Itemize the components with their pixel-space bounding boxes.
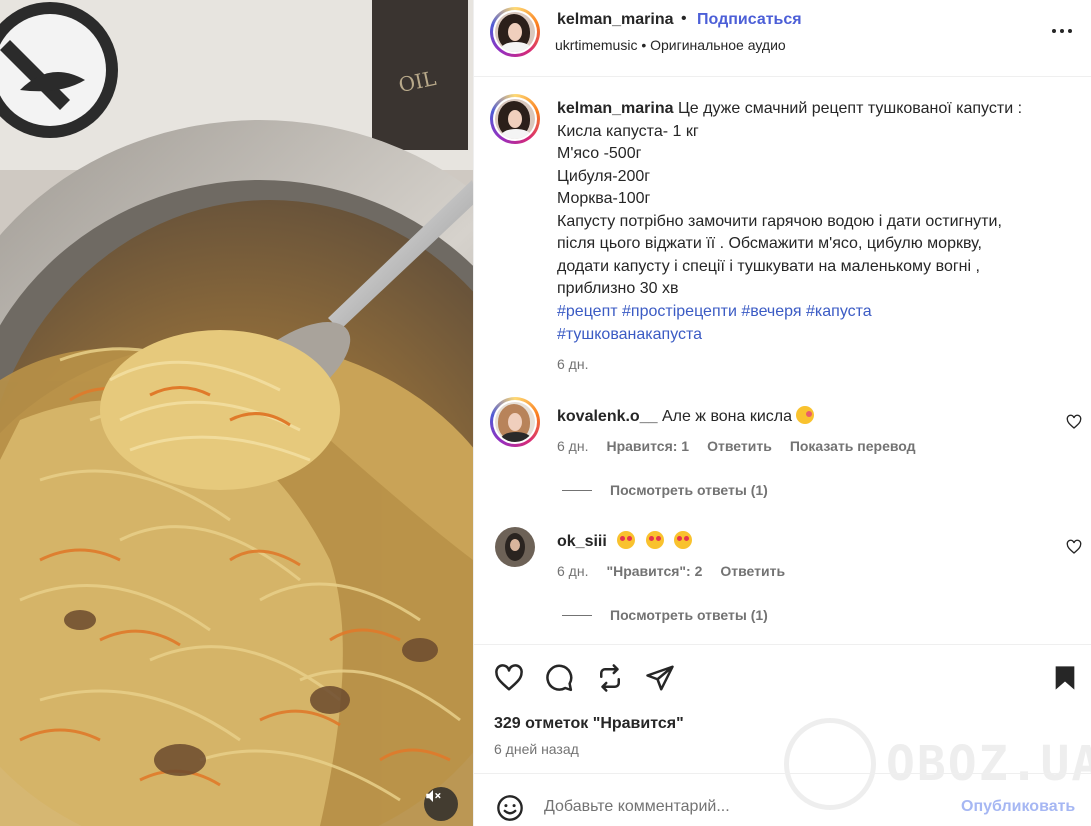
- caption-username[interactable]: kelman_marina: [557, 100, 674, 117]
- comment-meta: 6 дн. "Нравится": 2 Ответить: [557, 563, 785, 579]
- kissing-face-emoji: [796, 406, 815, 424]
- comment-likes-count[interactable]: "Нравится": 2: [606, 563, 702, 579]
- post-header: kelman_marina • Подписаться ukrtimemusic…: [474, 0, 1091, 77]
- post-details-panel: kelman_marina • Подписаться ukrtimemusic…: [473, 0, 1091, 826]
- add-comment-bar: Опубликовать: [474, 773, 1091, 826]
- author-username[interactable]: kelman_marina: [557, 11, 674, 29]
- comment-username[interactable]: kovalenk.o__: [557, 408, 658, 425]
- reply-button[interactable]: Ответить: [707, 438, 772, 454]
- caption-avatar[interactable]: [490, 94, 540, 144]
- comment-heart-icon[interactable]: [1066, 414, 1082, 430]
- bookmark-icon[interactable]: [1051, 663, 1079, 693]
- caption-timestamp[interactable]: 6 дн.: [557, 356, 588, 372]
- comment-likes-count[interactable]: Нравится: 1: [606, 438, 689, 454]
- audio-info[interactable]: ukrtimemusic • Оригинальное аудио: [555, 37, 786, 53]
- publish-button[interactable]: Опубликовать: [961, 798, 1075, 816]
- caption-line: Капусту потрібно замочити гарячою водою …: [557, 212, 1002, 230]
- post-video[interactable]: OIL: [0, 0, 473, 826]
- heart-eyes-emoji: [674, 531, 693, 549]
- hashtag-link[interactable]: #вечеря: [741, 303, 801, 320]
- post-caption: kelman_marina Це дуже смачний рецепт туш…: [557, 98, 1077, 301]
- hashtag-link[interactable]: #простірецепти: [622, 303, 737, 320]
- caption-line: приблизно 30 хв: [557, 280, 679, 297]
- hashtag-link[interactable]: #капуста: [806, 303, 872, 320]
- more-options-icon[interactable]: [1052, 29, 1078, 37]
- show-translation-button[interactable]: Показать перевод: [790, 438, 916, 454]
- caption-line: Кисла капуста- 1 кг: [557, 122, 699, 140]
- view-replies-button[interactable]: Посмотреть ответы (1): [562, 607, 768, 623]
- separator-dot: •: [681, 10, 687, 27]
- heart-icon[interactable]: [494, 663, 524, 693]
- comment-heart-icon[interactable]: [1066, 539, 1082, 555]
- comment-avatar[interactable]: [495, 527, 535, 567]
- caption-line: М'ясо -500г: [557, 145, 642, 162]
- post-timestamp[interactable]: 6 дней назад: [494, 741, 579, 757]
- share-icon[interactable]: [645, 663, 675, 693]
- reply-button[interactable]: Ответить: [720, 563, 785, 579]
- view-replies-label: Посмотреть ответы (1): [610, 607, 768, 623]
- caption-line: Це дуже смачний рецепт тушкованої капуст…: [677, 100, 1023, 117]
- comment-body: ok_siii: [557, 531, 698, 551]
- follow-button[interactable]: Подписаться: [697, 11, 802, 29]
- comment-timestamp[interactable]: 6 дн.: [557, 563, 588, 579]
- comment-icon[interactable]: [544, 663, 574, 693]
- comment-avatar[interactable]: [490, 397, 540, 447]
- emoji-icon[interactable]: [496, 794, 524, 822]
- view-replies-button[interactable]: Посмотреть ответы (1): [562, 482, 768, 498]
- heart-eyes-emoji: [617, 531, 636, 549]
- author-avatar[interactable]: [490, 7, 540, 57]
- hashtag-list: #рецепт #простірецепти #вечеря #капуста …: [557, 300, 1077, 346]
- comment-body: kovalenk.o__ Але ж вона кисла: [557, 406, 820, 426]
- view-replies-label: Посмотреть ответы (1): [610, 482, 768, 498]
- heart-eyes-emoji: [645, 531, 664, 549]
- mute-icon: [426, 790, 441, 802]
- comment-username[interactable]: ok_siii: [557, 533, 607, 550]
- hashtag-link[interactable]: #рецепт: [557, 303, 618, 320]
- comment-input[interactable]: [544, 798, 934, 816]
- hashtag-link[interactable]: #тушкованакапуста: [557, 326, 702, 343]
- caption-line: після цього віджати її . Обсмажити м'ясо…: [557, 235, 982, 252]
- likes-count[interactable]: 329 отметок "Нравится": [494, 715, 684, 733]
- repost-icon[interactable]: [595, 663, 625, 693]
- comment-meta: 6 дн. Нравится: 1 Ответить Показать пере…: [557, 438, 916, 454]
- video-frame-illustration: OIL: [0, 0, 473, 826]
- caption-line: Морква-100г: [557, 190, 651, 207]
- comment-timestamp[interactable]: 6 дн.: [557, 438, 588, 454]
- caption-line: додати капусту і спеції і тушкувати на м…: [557, 257, 980, 275]
- mute-button[interactable]: [424, 787, 458, 821]
- comment-text: Але ж вона кисла: [661, 408, 793, 425]
- caption-line: Цибуля-200г: [557, 167, 651, 185]
